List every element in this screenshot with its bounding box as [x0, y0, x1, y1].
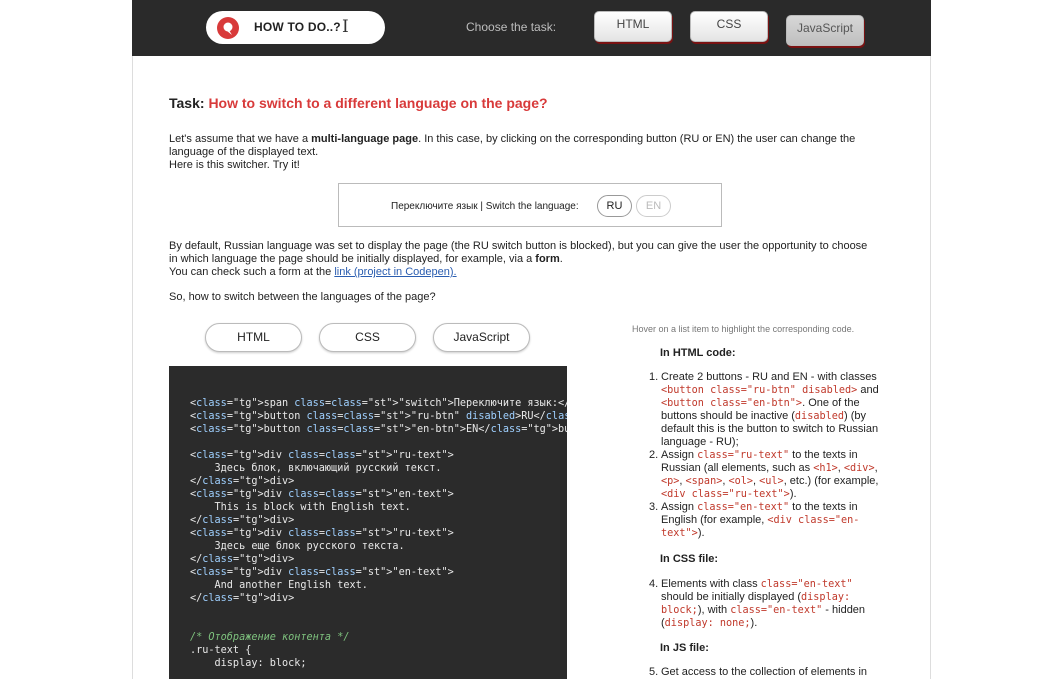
speech-bubble-logo-icon — [217, 17, 239, 39]
en-button[interactable]: EN — [636, 195, 671, 217]
list-item[interactable]: 1. Create 2 buttons - RU and EN - with cl… — [649, 371, 881, 449]
task-button-css[interactable]: CSS — [690, 11, 768, 42]
intro-text-c: language of the displayed text. — [169, 146, 319, 158]
intro-paragraph: Let's assume that we have a multi-langua… — [169, 133, 899, 172]
logo[interactable]: HOW TO DO..? I — [206, 11, 385, 44]
task-button-html[interactable]: HTML — [594, 11, 672, 42]
code-tab-javascript[interactable]: JavaScript — [433, 323, 530, 352]
css-section-heading: In CSS file: — [660, 553, 719, 565]
switcher-label: Переключите язык | Switch the language: — [391, 201, 579, 212]
page-title: Task: How to switch to a different langu… — [169, 95, 548, 111]
details-line-3: You can check such a form at the — [169, 266, 335, 278]
language-switcher-demo: Переключите язык | Switch the language: … — [338, 183, 722, 227]
task-prefix: Task: — [169, 95, 205, 111]
list-item[interactable]: 4. Elements with class class="en-text" sh… — [649, 578, 881, 630]
html-section-heading: In HTML code: — [660, 347, 736, 359]
list-item[interactable]: 3. Assign class="en-text" to the texts in… — [649, 501, 881, 540]
text-cursor-icon: I — [342, 17, 349, 37]
task-button-javascript[interactable]: JavaScript — [786, 15, 864, 46]
choose-task-label: Choose the task: — [466, 20, 557, 34]
codepen-link[interactable]: link (project in Codepen). — [334, 266, 456, 278]
code-block: <class="tg">span class=class="st">"switc… — [190, 398, 567, 669]
html-steps-list: 1. Create 2 buttons - RU and EN - with cl… — [649, 371, 881, 540]
intro-bold: multi-language page — [311, 133, 419, 145]
details-line-2b: . — [559, 253, 563, 265]
intro-text-a: Let's assume that we have a — [169, 133, 312, 145]
code-panel[interactable]: <class="tg">span class=class="st">"switc… — [169, 366, 567, 679]
intro-text-d: Here is this switcher. Try it! — [169, 159, 300, 171]
list-item[interactable]: 5. Get access to the collection of elemen… — [649, 666, 881, 679]
details-bold-form: form — [535, 253, 560, 265]
css-steps-list: 4. Elements with class class="en-text" sh… — [649, 578, 881, 630]
js-steps-list: 5. Get access to the collection of elemen… — [649, 666, 881, 679]
ru-button[interactable]: RU — [597, 195, 632, 217]
logo-text: HOW TO DO..? — [254, 20, 341, 34]
details-line-2a: in which language the page should be ini… — [169, 253, 536, 265]
intro-text-b: . In this case, by clicking on the corre… — [418, 133, 856, 145]
hover-hint: Hover on a list item to highlight the co… — [632, 324, 855, 334]
details-paragraph: By default, Russian language was set to … — [169, 240, 899, 279]
code-tab-html[interactable]: HTML — [205, 323, 302, 352]
list-item[interactable]: 2. Assign class="ru-text" to the texts in… — [649, 449, 881, 501]
task-question: How to switch to a different language on… — [208, 95, 548, 111]
code-tab-css[interactable]: CSS — [319, 323, 416, 352]
question-text: So, how to switch between the languages … — [169, 291, 436, 303]
details-line-1: By default, Russian language was set to … — [169, 240, 868, 252]
js-section-heading: In JS file: — [660, 642, 709, 654]
